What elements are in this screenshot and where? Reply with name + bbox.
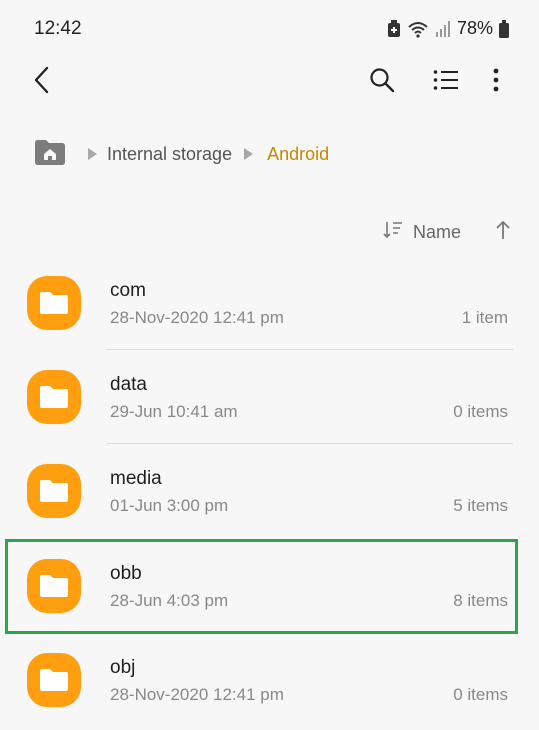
breadcrumb: Internal storage Android (34, 138, 329, 170)
list-item[interactable]: media 01-Jun 3:00 pm 5 items (0, 444, 539, 538)
status-bar: 12:42 78% (0, 0, 539, 60)
signal-icon (435, 20, 451, 38)
file-name: media (110, 468, 162, 489)
breadcrumb-separator (244, 148, 254, 160)
file-count: 1 item (461, 308, 508, 327)
sort-icon (383, 221, 403, 244)
folder-icon (27, 464, 81, 518)
folder-icon (27, 653, 81, 707)
file-date: 28-Nov-2020 12:41 pm (110, 308, 284, 327)
wifi-icon (407, 20, 429, 38)
list-view-button[interactable] (428, 64, 464, 100)
list-item[interactable]: obb 28-Jun 4:03 pm 8 items (0, 539, 539, 633)
breadcrumb-home[interactable] (34, 139, 66, 170)
breadcrumb-storage[interactable]: Internal storage (107, 144, 232, 165)
back-button[interactable] (24, 64, 60, 100)
breadcrumb-separator (88, 148, 97, 160)
battery-saver-icon (387, 19, 401, 38)
search-icon (369, 67, 395, 98)
file-date: 01-Jun 3:00 pm (110, 496, 229, 515)
file-name: obj (110, 657, 136, 678)
sort-bar: Name (383, 218, 511, 246)
list-item[interactable]: data 29-Jun 10:41 am 0 items (0, 350, 539, 444)
file-date: 28-Jun 4:03 pm (110, 591, 229, 610)
battery-percent: 78% (456, 18, 493, 38)
folder-icon (27, 276, 81, 330)
back-arrow-icon (32, 66, 52, 99)
battery-icon (499, 19, 509, 38)
list-view-icon (433, 69, 459, 96)
file-name: com (110, 280, 146, 301)
more-options-button[interactable] (480, 64, 512, 100)
toolbar (0, 60, 539, 104)
breadcrumb-current[interactable]: Android (267, 144, 329, 165)
folder-icon (27, 559, 81, 613)
file-count: 5 items (453, 496, 508, 515)
search-button[interactable] (364, 64, 400, 100)
file-count: 8 items (453, 591, 508, 610)
file-name: data (110, 374, 147, 395)
list-item[interactable]: com 28-Nov-2020 12:41 pm 1 item (0, 256, 539, 350)
sort-label: Name (412, 221, 461, 242)
status-time: 12:42 (34, 18, 82, 39)
home-folder-icon (34, 139, 66, 170)
file-name: obb (110, 563, 142, 584)
file-date: 28-Nov-2020 12:41 pm (110, 685, 284, 704)
file-count: 0 items (453, 402, 508, 421)
arrow-up-icon (495, 220, 511, 245)
folder-icon (27, 370, 81, 424)
file-count: 0 items (453, 685, 508, 704)
sort-direction-button[interactable] (495, 220, 511, 245)
more-vert-icon (492, 68, 500, 97)
file-date: 29-Jun 10:41 am (110, 402, 238, 421)
list-item[interactable]: obj 28-Nov-2020 12:41 pm 0 items (0, 633, 539, 727)
status-icons: 78% (387, 18, 509, 39)
sort-by-button[interactable]: Name (383, 221, 461, 244)
